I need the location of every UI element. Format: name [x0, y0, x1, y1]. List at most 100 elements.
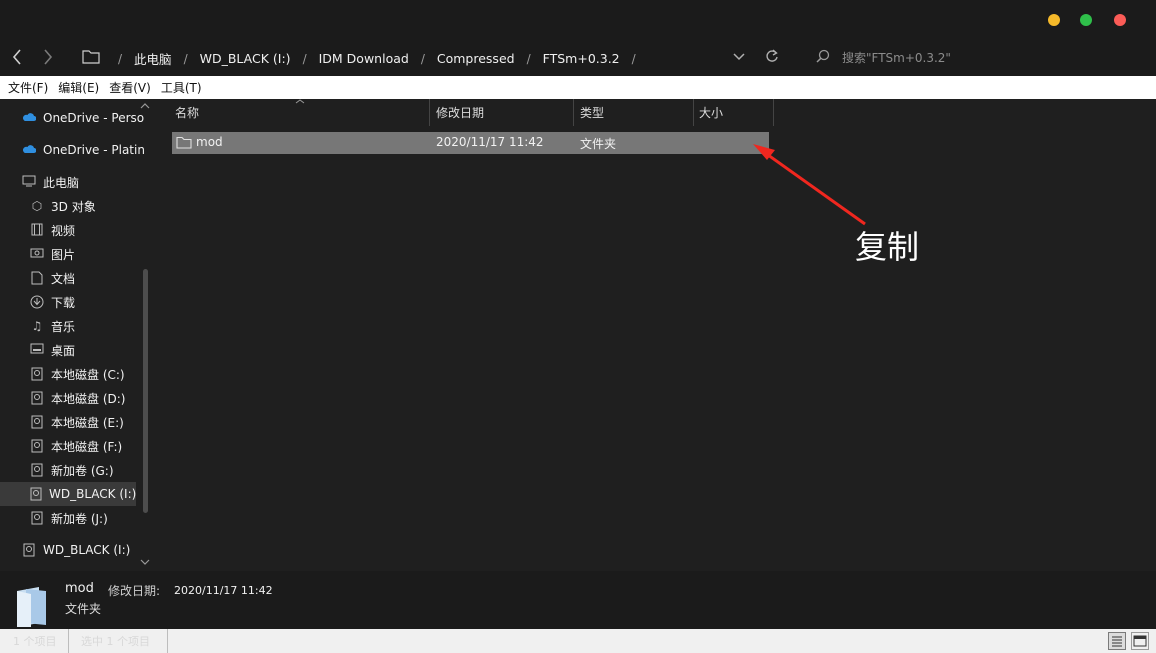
- menu-view[interactable]: 查看(V): [109, 79, 151, 96]
- breadcrumb: / 此电脑 / WD_BLACK (I:) / IDM Download / C…: [118, 49, 636, 68]
- cloud-icon: [22, 111, 37, 125]
- sidebar-item-videos[interactable]: 视频: [30, 218, 75, 242]
- details-modified: 2020/11/17 11:42: [174, 584, 273, 597]
- sidebar-item-label: 本地磁盘 (D:): [51, 391, 126, 406]
- details-type: 文件夹: [65, 602, 102, 616]
- chevron-right-icon[interactable]: [43, 49, 53, 65]
- annotation-label: 复制: [855, 228, 920, 266]
- download-icon: [30, 295, 44, 309]
- menu-file[interactable]: 文件(F): [8, 79, 48, 96]
- column-header-size[interactable]: 大小: [699, 99, 723, 126]
- sidebar-item-label: 图片: [51, 247, 76, 262]
- sidebar-item-label: 文档: [51, 271, 76, 286]
- sidebar-item-drive-f[interactable]: 本地磁盘 (F:): [30, 434, 122, 458]
- sidebar-item-label: OneDrive - Platin: [43, 143, 145, 157]
- sidebar-item-onedrive-platinum[interactable]: OneDrive - Platin: [22, 138, 145, 162]
- column-divider[interactable]: [693, 99, 694, 126]
- details-modified-label: 修改日期:: [108, 584, 161, 598]
- refresh-icon[interactable]: [765, 49, 779, 63]
- column-header-type[interactable]: 类型: [580, 99, 604, 126]
- drive-icon: [30, 367, 44, 381]
- sidebar-item-drive-g[interactable]: 新加卷 (G:): [30, 458, 114, 482]
- sort-ascending-icon: [295, 99, 305, 104]
- breadcrumb-current-folder[interactable]: FTSm+0.3.2: [543, 51, 620, 66]
- drive-icon: [30, 439, 44, 453]
- table-row[interactable]: mod 2020/11/17 11:42 文件夹: [172, 132, 769, 154]
- sidebar-item-label: 此电脑: [43, 175, 80, 190]
- status-item-count: 1 个项目: [13, 635, 57, 648]
- music-icon: ♫: [31, 319, 43, 333]
- minimize-button[interactable]: [1048, 14, 1060, 26]
- close-button[interactable]: [1114, 14, 1126, 26]
- details-view-icon[interactable]: [1108, 632, 1126, 650]
- menu-tools[interactable]: 工具(T): [161, 79, 202, 96]
- chevron-left-icon[interactable]: [12, 49, 22, 65]
- breadcrumb-compressed[interactable]: Compressed: [437, 51, 515, 66]
- image-icon: [30, 247, 44, 261]
- navigation-pane: OneDrive - Perso OneDrive - Platin 此电脑 ⬡…: [0, 99, 156, 571]
- drive-icon: [30, 511, 44, 525]
- drive-icon: [30, 487, 42, 501]
- search-input[interactable]: 搜索"FTSm+0.3.2": [842, 49, 951, 66]
- sidebar-item-drive-i[interactable]: WD_BLACK (I:): [0, 482, 136, 506]
- sidebar-item-desktop[interactable]: 桌面: [30, 338, 75, 362]
- status-divider: [167, 629, 168, 653]
- sidebar-item-3d-objects[interactable]: ⬡ 3D 对象: [30, 194, 96, 218]
- column-divider[interactable]: [429, 99, 430, 126]
- sidebar-item-label: 3D 对象: [51, 199, 96, 214]
- sidebar-item-label: WD_BLACK (I:): [49, 487, 137, 501]
- sidebar-item-drive-d[interactable]: 本地磁盘 (D:): [30, 386, 125, 410]
- sidebar-scrollbar[interactable]: [143, 269, 148, 513]
- file-modified: 2020/11/17 11:42: [436, 135, 544, 149]
- large-icons-view-icon[interactable]: [1131, 632, 1149, 650]
- desktop-icon: [30, 343, 44, 357]
- sidebar-item-wd-black[interactable]: WD_BLACK (I:): [22, 538, 130, 562]
- computer-icon: [22, 175, 36, 189]
- sidebar-item-label: WD_BLACK (I:): [43, 543, 131, 557]
- sidebar-item-drive-j[interactable]: 新加卷 (J:): [30, 506, 108, 530]
- column-header-name[interactable]: 名称: [175, 99, 199, 126]
- column-header-modified[interactable]: 修改日期: [436, 99, 484, 126]
- sidebar-item-documents[interactable]: 文档: [30, 266, 75, 290]
- sidebar-item-drive-e[interactable]: 本地磁盘 (E:): [30, 410, 124, 434]
- sidebar-item-label: 新加卷 (J:): [51, 511, 108, 526]
- menu-edit[interactable]: 编辑(E): [58, 79, 99, 96]
- breadcrumb-this-pc[interactable]: 此电脑: [134, 49, 172, 68]
- sidebar-item-pictures[interactable]: 图片: [30, 242, 75, 266]
- chevron-down-icon[interactable]: [733, 53, 745, 61]
- file-list: 名称 修改日期 类型 大小 mod 2020/11/17 11:42 文件夹: [157, 99, 1156, 571]
- document-icon: [30, 271, 44, 285]
- annotation-arrow: [753, 144, 866, 226]
- maximize-button[interactable]: [1080, 14, 1092, 26]
- search-icon: [816, 49, 830, 63]
- title-bar: [0, 0, 1156, 38]
- folder-icon: [176, 136, 192, 149]
- sidebar-item-drive-c[interactable]: 本地磁盘 (C:): [30, 362, 125, 386]
- breadcrumb-idm-download[interactable]: IDM Download: [319, 51, 409, 66]
- file-type: 文件夹: [580, 137, 617, 151]
- drive-icon: [30, 415, 44, 429]
- address-bar: / 此电脑 / WD_BLACK (I:) / IDM Download / C…: [0, 38, 1156, 76]
- cube-icon: ⬡: [31, 199, 43, 213]
- column-divider[interactable]: [773, 99, 774, 126]
- sidebar-item-label: OneDrive - Perso: [43, 111, 145, 125]
- details-name: mod: [65, 581, 94, 596]
- breadcrumb-drive[interactable]: WD_BLACK (I:): [200, 51, 291, 66]
- sidebar-item-onedrive-personal[interactable]: OneDrive - Perso: [22, 106, 144, 130]
- cloud-icon: [22, 143, 37, 157]
- sidebar-item-label: 桌面: [51, 343, 76, 358]
- status-selected-count: 选中 1 个项目: [81, 635, 150, 648]
- drive-icon: [30, 391, 44, 405]
- sidebar-item-downloads[interactable]: 下载: [30, 290, 75, 314]
- sidebar-item-this-pc[interactable]: 此电脑: [22, 170, 79, 194]
- sidebar-item-label: 本地磁盘 (C:): [51, 367, 125, 382]
- details-pane: mod 修改日期: 2020/11/17 11:42 文件夹: [0, 571, 1156, 629]
- sidebar-item-label: 下载: [51, 295, 76, 310]
- sidebar-item-music[interactable]: ♫ 音乐: [30, 314, 75, 338]
- column-divider[interactable]: [573, 99, 574, 126]
- drive-icon: [30, 463, 44, 477]
- sidebar-item-label: 视频: [51, 223, 76, 238]
- status-bar: 1 个项目 选中 1 个项目: [0, 629, 1156, 653]
- scroll-down-icon[interactable]: [140, 559, 150, 565]
- menu-bar: 文件(F) 编辑(E) 查看(V) 工具(T): [0, 76, 1156, 99]
